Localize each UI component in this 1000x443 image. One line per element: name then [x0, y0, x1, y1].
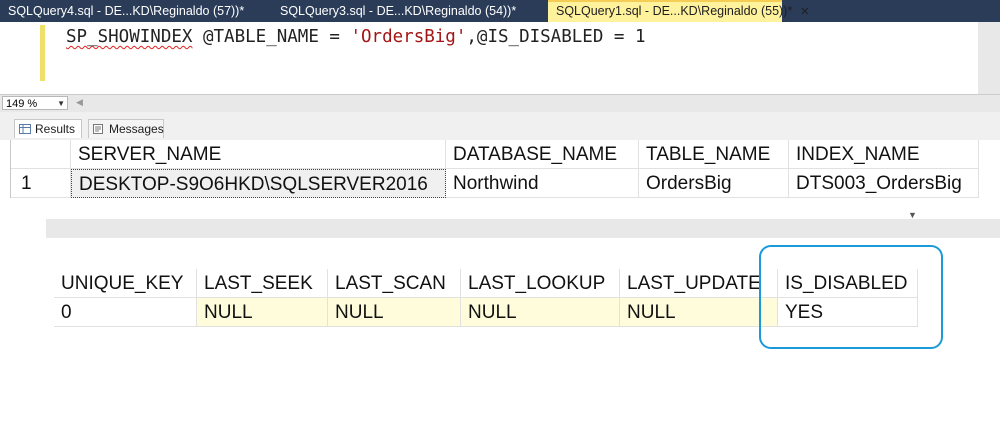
table-cell[interactable]: DTS003_OrdersBig — [789, 169, 979, 198]
table-cell[interactable]: Northwind — [446, 169, 639, 198]
tab-sqlquery3[interactable]: SQLQuery3.sql - DE...KD\Reginaldo (54))* — [272, 0, 548, 22]
tab-label: SQLQuery4.sql - DE...KD\Reginaldo (57))* — [8, 4, 245, 18]
document-tab-strip: SQLQuery4.sql - DE...KD\Reginaldo (57))*… — [0, 0, 1000, 22]
column-header[interactable]: INDEX_NAME — [789, 140, 979, 169]
row-number[interactable]: 1 — [11, 169, 71, 198]
table-cell[interactable]: NULL — [197, 298, 328, 327]
code-params-end: ,@IS_DISABLED = 1 — [466, 27, 646, 47]
column-header[interactable]: LAST_UPDATE — [620, 269, 778, 298]
zoom-value: 149 % — [6, 98, 38, 110]
row-header-corner[interactable] — [11, 140, 71, 169]
table-cell[interactable]: 0 — [54, 298, 197, 327]
change-indicator-bar — [40, 25, 45, 81]
column-header[interactable]: LAST_LOOKUP — [461, 269, 620, 298]
tab-messages-label: Messages — [109, 122, 164, 136]
tab-results[interactable]: Results — [14, 119, 82, 138]
tab-label: SQLQuery3.sql - DE...KD\Reginaldo (54))* — [280, 4, 517, 18]
table-cell[interactable]: NULL — [620, 298, 778, 327]
string-literal: 'OrdersBig' — [350, 27, 467, 47]
table-cell[interactable]: OrdersBig — [639, 169, 789, 198]
table-cell[interactable]: DESKTOP-S9O6HKD\SQLSERVER2016 — [71, 169, 446, 198]
close-icon[interactable]: ✕ — [800, 6, 809, 18]
tab-sqlquery1[interactable]: SQLQuery1.sql - DE...KD\Reginaldo (55))*… — [548, 0, 809, 22]
column-header[interactable]: LAST_SEEK — [197, 269, 328, 298]
results-tab-bar: Results Messages — [0, 112, 1000, 140]
procedure-name: SP_SHOWINDEX — [66, 27, 193, 47]
column-header[interactable]: SERVER_NAME — [71, 140, 446, 169]
results-grid-1: SERVER_NAME DATABASE_NAME TABLE_NAME IND… — [10, 140, 979, 198]
table-cell[interactable]: NULL — [328, 298, 461, 327]
code-line[interactable]: SP_SHOWINDEX @TABLE_NAME = 'OrdersBig',@… — [66, 27, 646, 47]
grid-icon — [19, 124, 31, 134]
code-params: @TABLE_NAME = — [192, 27, 351, 47]
zoom-select[interactable]: 149 % ▼ — [2, 96, 68, 110]
editor-vertical-scrollbar[interactable] — [978, 22, 1000, 94]
scroll-left-icon[interactable]: ◀ — [76, 97, 83, 108]
message-icon — [93, 124, 103, 134]
tab-results-label: Results — [35, 122, 76, 136]
grid-scrollbar[interactable] — [46, 219, 1000, 238]
column-header[interactable]: UNIQUE_KEY — [54, 269, 197, 298]
tab-sqlquery4[interactable]: SQLQuery4.sql - DE...KD\Reginaldo (57))* — [0, 0, 272, 22]
column-header[interactable]: TABLE_NAME — [639, 140, 789, 169]
highlight-annotation — [759, 245, 943, 349]
zoom-bar: 149 % ▼ ◀ — [0, 94, 1000, 112]
chevron-down-icon[interactable]: ▼ — [57, 97, 65, 111]
query-editor[interactable]: SP_SHOWINDEX @TABLE_NAME = 'OrdersBig',@… — [0, 22, 978, 94]
tab-messages[interactable]: Messages — [88, 119, 164, 138]
column-header[interactable]: LAST_SCAN — [328, 269, 461, 298]
tab-label: SQLQuery1.sql - DE...KD\Reginaldo (55))* — [556, 4, 793, 18]
table-cell[interactable]: NULL — [461, 298, 620, 327]
column-header[interactable]: DATABASE_NAME — [446, 140, 639, 169]
